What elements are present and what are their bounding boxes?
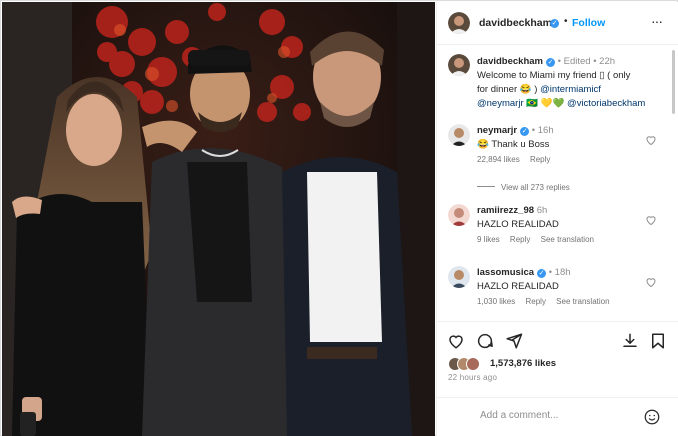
mention-neymarjr[interactable]: @neymarjr [477,98,524,109]
comment-header: lassomusica ✓ • 18h [477,267,571,278]
replies-divider [477,186,495,187]
comment-icon[interactable] [476,332,494,350]
mention-victoriabeckham[interactable]: @victoriabeckham [567,98,645,109]
emoji-icon[interactable] [643,408,661,426]
comment-meta: 1,030 likes Reply See translation [477,297,618,306]
caption-dot: • [593,56,597,67]
comment-body: Thank u Boss [491,139,550,150]
caption-username[interactable]: davidbeckham [477,56,543,67]
comment-emoji: 😂 [477,139,489,150]
add-comment-bar: Add a comment... [437,397,678,435]
laugh-emoji: 😂 [519,84,532,95]
caption-text: davidbeckham ✓ • Edited • 22h Welcome to … [477,55,672,111]
comment-age: 6h [536,205,548,216]
comment-username[interactable]: neymarjr [477,125,517,136]
comment-dot: • [531,125,536,136]
post-time: 22 hours ago [448,373,498,382]
caption-line1: Welcome to Miami my friend [477,70,600,81]
comment-meta: 9 likes Reply See translation [477,235,602,244]
likes-count[interactable]: 1,573,876 likes [490,358,556,369]
caption-line2b: ) [531,84,541,95]
add-comment-input[interactable]: Add a comment... [480,410,558,421]
share-icon[interactable] [505,332,523,350]
post-actions: 1,573,876 likes 22 hours ago Add a comme… [437,321,678,436]
save-icon[interactable] [649,332,667,350]
view-replies[interactable]: View all 273 replies [477,183,570,192]
separator-dot: • [564,16,568,27]
download-icon[interactable] [621,332,639,350]
view-replies-label[interactable]: View all 273 replies [501,183,570,192]
caption-age: 22h [599,56,616,67]
verified-icon: ✓ [546,58,555,67]
author-username[interactable]: davidbeckham [479,17,552,29]
comments-list[interactable]: davidbeckham ✓ • Edited • 22h Welcome to … [437,46,678,320]
commenter-avatar[interactable] [448,204,470,226]
verified-icon: ✓ [550,19,559,28]
like-heart-icon[interactable] [447,332,465,350]
comment-header: ramiirezz_98 6h [477,205,547,216]
commenter-avatar[interactable] [448,124,470,146]
post-side-panel: davidbeckham ✓ • Follow ··· davidbeckham… [436,2,678,436]
comment-age: 18h [554,267,571,278]
caption-line1b: ( only [604,70,631,81]
comment-text: 😂 Thank u Boss [477,139,549,150]
comment-meta: 22,894 likes Reply [477,155,558,164]
comment-username[interactable]: ramiirezz_98 [477,205,534,216]
follow-button[interactable]: Follow [572,17,605,29]
likes-summary: 1,573,876 likes [448,357,678,371]
heart-icon[interactable] [645,134,657,146]
see-translation-link[interactable]: See translation [541,235,594,244]
reply-button[interactable]: Reply [525,297,545,306]
author-avatar[interactable] [448,12,470,34]
commenter-avatar[interactable] [448,266,470,288]
comment-username[interactable]: lassomusica [477,267,534,278]
heart-icon[interactable] [645,276,657,288]
caption-edited: Edited [563,56,591,67]
comment-likes[interactable]: 22,894 likes [477,155,520,164]
reply-button[interactable]: Reply [510,235,530,244]
comment-likes[interactable]: 1,030 likes [477,297,515,306]
comment-header: neymarjr ✓ • 16h [477,125,554,136]
comment-likes[interactable]: 9 likes [477,235,500,244]
caption-avatar[interactable] [448,54,470,76]
reply-button[interactable]: Reply [530,155,550,164]
comment-text: HAZLO REALIDAD [477,219,559,230]
instagram-post-frame: davidbeckham ✓ • Follow ··· davidbeckham… [0,0,678,436]
comment-dot: • [548,267,553,278]
mention-intermiamicf[interactable]: @intermiamicf [540,84,601,95]
hearts-emoji: 💛💚 [540,98,565,109]
comment-age: 16h [537,125,554,136]
caption-dot: • [557,56,561,67]
comments-scrollbar[interactable] [672,50,675,114]
see-translation-link[interactable]: See translation [556,297,609,306]
verified-icon: ✓ [537,269,547,278]
comment-text: HAZLO REALIDAD [477,281,559,292]
caption-line2a: for dinner [477,84,520,95]
heart-icon[interactable] [645,214,657,226]
post-photo[interactable] [2,2,435,436]
liker-avatar[interactable] [466,357,480,371]
verified-icon: ✓ [520,127,530,136]
post-header: davidbeckham ✓ • Follow ··· [437,2,678,45]
flag-emoji: 🇧🇷 [526,98,539,109]
more-icon[interactable]: ··· [651,13,663,29]
